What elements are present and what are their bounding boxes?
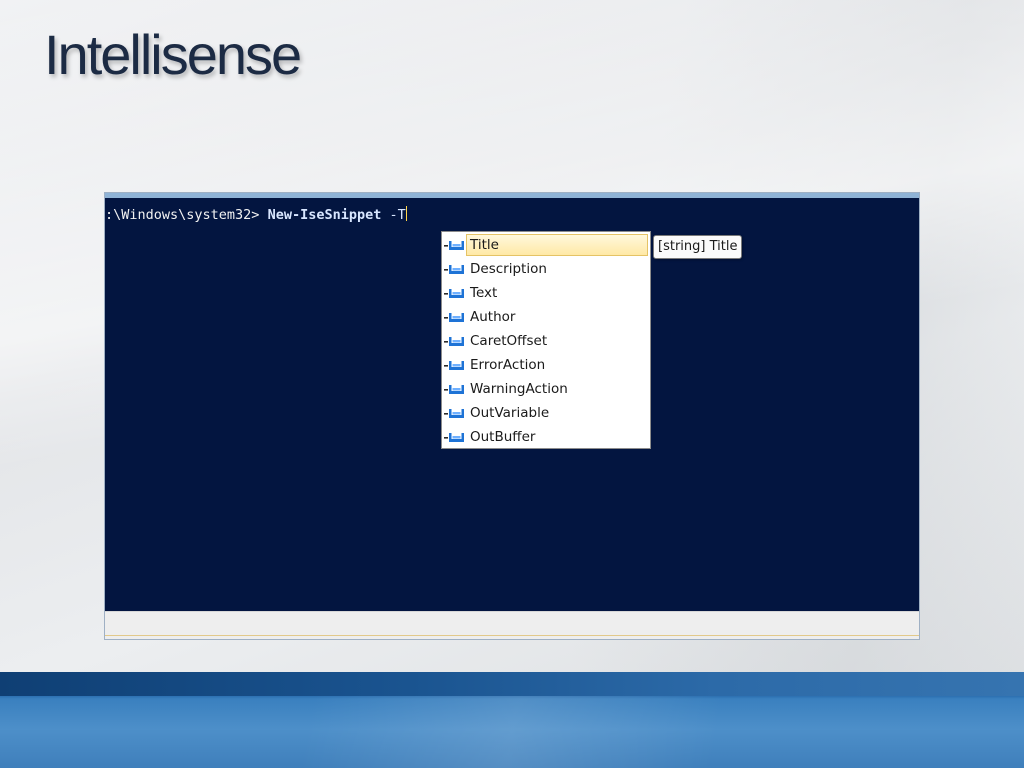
- text-caret: [405, 206, 407, 221]
- console-prompt: :\Windows\system32>: [105, 207, 268, 223]
- completion-item-label: CaretOffset: [470, 333, 548, 349]
- console-pane[interactable]: :\Windows\system32> New-IseSnippet -T Ti…: [105, 193, 919, 611]
- completion-item-label: OutVariable: [470, 405, 550, 421]
- console-input-line[interactable]: :\Windows\system32> New-IseSnippet -T: [105, 206, 407, 223]
- parameter-tooltip: [string] Title: [653, 235, 743, 259]
- completion-item[interactable]: Description: [442, 257, 650, 281]
- completion-item[interactable]: CaretOffset: [442, 329, 650, 353]
- console-command: New-IseSnippet: [267, 207, 382, 223]
- completion-item-label: ErrorAction: [470, 357, 546, 373]
- slide-title: Intellisense: [44, 23, 302, 86]
- completion-item-label: Author: [470, 309, 516, 325]
- parameter-icon: [442, 425, 466, 449]
- parameter-icon: [442, 377, 466, 401]
- status-bar: [105, 611, 919, 639]
- parameter-icon: [442, 305, 466, 329]
- parameter-icon: [442, 233, 466, 257]
- completion-item-label: Text: [470, 285, 498, 301]
- slide-footer-band: [0, 672, 1024, 768]
- console-space: [381, 207, 389, 223]
- parameter-icon: [442, 329, 466, 353]
- completion-item[interactable]: OutVariable: [442, 401, 650, 425]
- parameter-icon: [442, 353, 466, 377]
- completion-item[interactable]: ErrorAction: [442, 353, 650, 377]
- completion-item-label: WarningAction: [470, 381, 568, 397]
- completion-item[interactable]: WarningAction: [442, 377, 650, 401]
- completion-item-label: OutBuffer: [470, 429, 536, 445]
- completion-item-label: Description: [470, 261, 547, 277]
- parameter-icon: [442, 401, 466, 425]
- completion-item[interactable]: Author: [442, 305, 650, 329]
- ise-screenshot: :\Windows\system32> New-IseSnippet -T Ti…: [104, 192, 920, 640]
- parameter-icon: [442, 281, 466, 305]
- intellisense-completion-list[interactable]: Title Description Text Author CaretOffset Err…: [441, 231, 651, 449]
- parameter-icon: [442, 257, 466, 281]
- completion-item[interactable]: Text: [442, 281, 650, 305]
- console-parameter-prefix: -T: [389, 207, 406, 223]
- completion-item-label: Title: [466, 234, 648, 256]
- completion-item[interactable]: OutBuffer: [442, 425, 650, 449]
- completion-item[interactable]: Title: [442, 233, 650, 257]
